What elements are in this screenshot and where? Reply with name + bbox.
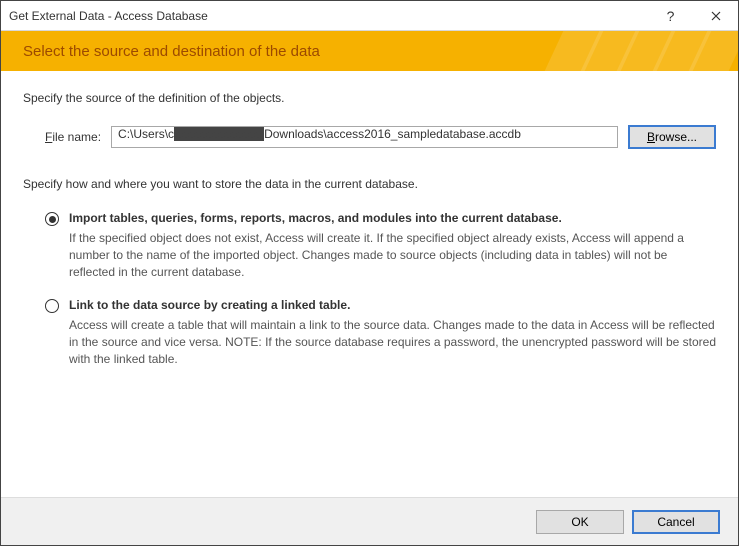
browse-button[interactable]: Browse...: [628, 125, 716, 149]
help-button[interactable]: ?: [648, 1, 693, 30]
dialog-body: Specify the source of the definition of …: [1, 71, 738, 497]
file-name-label: File name:: [45, 130, 101, 144]
store-data-label: Specify how and where you want to store …: [23, 177, 716, 191]
titlebar-buttons: ?: [648, 1, 738, 30]
close-icon: [711, 11, 721, 21]
cancel-button[interactable]: Cancel: [632, 510, 720, 534]
redacted-segment: xxxxxxxxxxxxxxx: [174, 127, 264, 141]
option-import-body: Import tables, queries, forms, reports, …: [69, 211, 716, 280]
window-title: Get External Data - Access Database: [9, 9, 648, 23]
close-button[interactable]: [693, 1, 738, 30]
options-group: Import tables, queries, forms, reports, …: [45, 211, 716, 368]
file-name-input[interactable]: C:\Users\cxxxxxxxxxxxxxxxDownloads\acces…: [111, 126, 618, 148]
source-definition-label: Specify the source of the definition of …: [23, 91, 716, 105]
header-decoration: [558, 31, 738, 71]
titlebar: Get External Data - Access Database ?: [1, 1, 738, 31]
ok-button[interactable]: OK: [536, 510, 624, 534]
header-band: Select the source and destination of the…: [1, 31, 738, 71]
dialog-window: Get External Data - Access Database ? Se…: [0, 0, 739, 546]
option-import-desc: If the specified object does not exist, …: [69, 230, 716, 280]
option-link-title: Link to the data source by creating a li…: [69, 298, 716, 312]
option-import[interactable]: Import tables, queries, forms, reports, …: [45, 211, 716, 280]
radio-import[interactable]: [45, 212, 59, 226]
radio-link[interactable]: [45, 299, 59, 313]
file-name-row: File name: C:\Users\cxxxxxxxxxxxxxxxDown…: [45, 125, 716, 149]
option-link-body: Link to the data source by creating a li…: [69, 298, 716, 367]
dialog-footer: OK Cancel: [1, 497, 738, 545]
option-link-desc: Access will create a table that will mai…: [69, 317, 716, 367]
header-heading: Select the source and destination of the…: [23, 43, 320, 60]
option-import-title: Import tables, queries, forms, reports, …: [69, 211, 716, 225]
option-link[interactable]: Link to the data source by creating a li…: [45, 298, 716, 367]
